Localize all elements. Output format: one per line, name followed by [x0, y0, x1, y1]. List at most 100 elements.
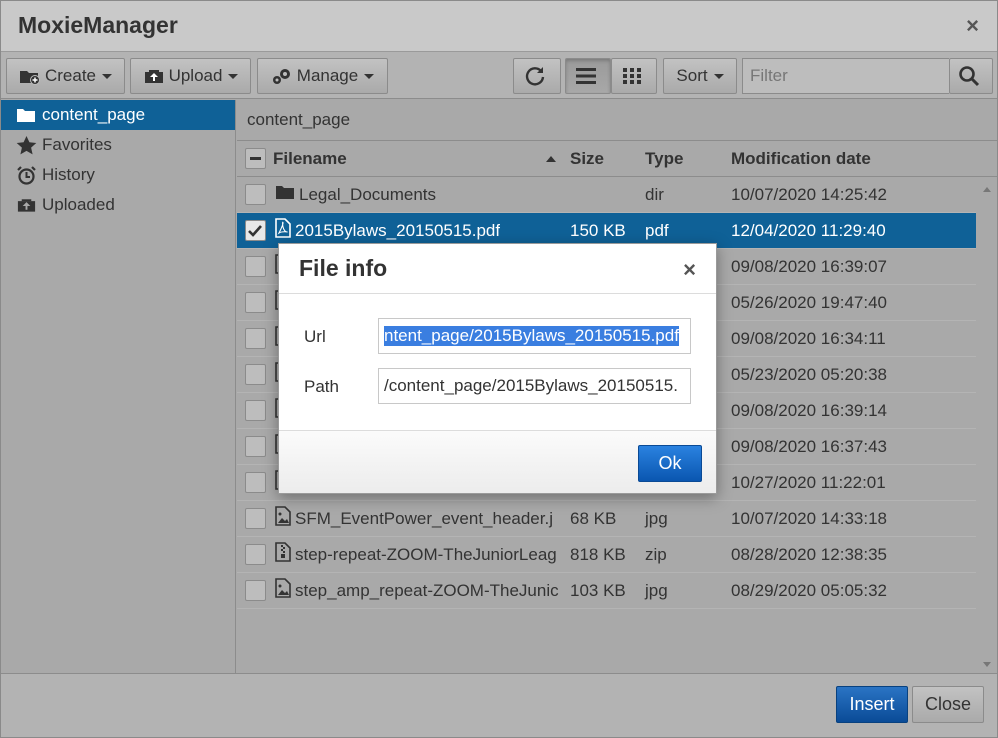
- row-checkbox[interactable]: [244, 544, 266, 565]
- file-date: 10/07/2020 14:25:42: [731, 184, 887, 204]
- dialog-title: File info: [299, 255, 388, 281]
- row-checkbox[interactable]: [244, 292, 266, 313]
- row-checkbox[interactable]: [244, 364, 266, 385]
- refresh-button[interactable]: [513, 58, 561, 94]
- window-close-button[interactable]: ×: [966, 13, 979, 39]
- ok-button[interactable]: Ok: [638, 445, 702, 482]
- chevron-down-icon: [713, 73, 724, 79]
- file-date: 10/27/2020 11:22:01: [731, 472, 886, 492]
- file-type: dir: [645, 184, 664, 204]
- dialog-close-button[interactable]: ×: [683, 257, 696, 283]
- file-date: 05/26/2020 19:47:40: [731, 292, 887, 312]
- minus-icon: [249, 157, 261, 160]
- sort-label: Sort: [676, 66, 708, 85]
- dialog-body: Url ntent_page/2015Bylaws_20150515.pdf P…: [279, 294, 716, 431]
- file-date: 08/28/2020 12:38:35: [731, 544, 887, 564]
- table-row[interactable]: Legal_Documents dir 10/07/2020 14:25:42: [237, 177, 976, 213]
- row-checkbox[interactable]: [244, 328, 266, 349]
- chevron-down-icon: [228, 73, 239, 79]
- folder-icon: [275, 184, 295, 205]
- chevron-down-icon: [364, 73, 375, 79]
- url-field[interactable]: ntent_page/2015Bylaws_20150515.pdf: [378, 318, 691, 354]
- type-column-header[interactable]: Type: [643, 149, 729, 169]
- scroll-up-arrow[interactable]: [983, 187, 991, 192]
- file-date: 09/08/2020 16:39:14: [731, 400, 887, 420]
- file-type: pdf: [645, 220, 669, 240]
- zip-icon: [275, 542, 291, 567]
- file-date: 12/04/2020 11:29:40: [731, 220, 886, 240]
- image-icon: [275, 506, 291, 531]
- path-value: /content_page/2015Bylaws_20150515.: [384, 376, 678, 395]
- sidebar-item-uploaded[interactable]: Uploaded: [1, 190, 235, 220]
- sort-ascending-icon: [546, 155, 556, 162]
- scroll-down-arrow[interactable]: [983, 662, 991, 667]
- sidebar-item-content-page[interactable]: content_page: [1, 100, 235, 130]
- star-icon: [16, 135, 37, 154]
- search-icon: [959, 66, 980, 87]
- insert-button[interactable]: Insert: [836, 686, 908, 723]
- upload-button[interactable]: Upload: [130, 58, 251, 94]
- breadcrumb: content_page: [237, 100, 997, 141]
- window-title: MoxieManager: [18, 12, 178, 38]
- path-field[interactable]: /content_page/2015Bylaws_20150515.: [378, 368, 691, 404]
- file-date: 08/29/2020 05:05:32: [731, 580, 887, 600]
- create-folder-icon: [19, 71, 40, 85]
- search-button[interactable]: [949, 58, 993, 94]
- date-column-header[interactable]: Modification date: [729, 149, 969, 169]
- breadcrumb-item[interactable]: content_page: [247, 110, 350, 130]
- file-date: 09/08/2020 16:37:43: [731, 436, 887, 456]
- title-bar: MoxieManager ×: [1, 1, 997, 51]
- filter-input[interactable]: [742, 58, 949, 94]
- file-date: 09/08/2020 16:39:07: [731, 256, 887, 276]
- row-checkbox[interactable]: [244, 184, 266, 205]
- row-checkbox[interactable]: [244, 580, 266, 601]
- file-date: 10/07/2020 14:33:18: [731, 508, 887, 528]
- alarm-clock-icon: [17, 165, 36, 185]
- file-name: Legal_Documents: [299, 184, 437, 204]
- table-header: Filename Size Type Modification date: [237, 141, 997, 177]
- sidebar-item-history[interactable]: History: [1, 160, 235, 190]
- file-date: 09/08/2020 16:34:11: [731, 328, 886, 348]
- size-column-header[interactable]: Size: [567, 149, 643, 169]
- file-type: zip: [645, 544, 667, 564]
- sidebar-item-favorites[interactable]: Favorites: [1, 130, 235, 160]
- row-checkbox[interactable]: [244, 256, 266, 277]
- checkmark-icon: [248, 224, 262, 237]
- toolbar: Create Upload Manage Sort: [1, 51, 997, 99]
- row-checkbox[interactable]: [244, 436, 266, 457]
- file-size: 150 KB: [570, 220, 626, 240]
- file-name: step_amp_repeat-ZOOM-TheJunic: [295, 580, 559, 600]
- row-checkbox[interactable]: [244, 472, 266, 493]
- row-checkbox[interactable]: [244, 220, 266, 241]
- table-row[interactable]: SFM_EventPower_event_header.j 68 KB jpg 10/…: [237, 501, 976, 537]
- table-row[interactable]: step-repeat-ZOOM-TheJuniorLeag 818 KB zip 0…: [237, 537, 976, 573]
- sidebar-item-label: Uploaded: [42, 195, 115, 214]
- refresh-icon: [525, 67, 545, 86]
- list-icon: [576, 68, 596, 84]
- row-checkbox[interactable]: [244, 508, 266, 529]
- sidebar-item-label: History: [42, 165, 95, 184]
- footer: Insert Close: [1, 673, 997, 737]
- table-row[interactable]: step_amp_repeat-ZOOM-TheJunic 103 KB jpg 08…: [237, 573, 976, 609]
- upload-label: Upload: [168, 66, 223, 85]
- sort-button[interactable]: Sort: [663, 58, 737, 94]
- dialog-footer: Ok: [279, 430, 716, 493]
- url-value: ntent_page/2015Bylaws_20150515.pdf: [384, 326, 679, 346]
- file-size: 103 KB: [570, 580, 626, 600]
- filename-column-header[interactable]: Filename: [273, 149, 567, 169]
- sidebar-item-label: Favorites: [42, 135, 112, 154]
- chevron-down-icon: [102, 73, 113, 79]
- row-checkbox[interactable]: [244, 400, 266, 421]
- folder-open-icon: [17, 109, 35, 122]
- manage-label: Manage: [296, 66, 359, 85]
- select-all-checkbox[interactable]: [244, 148, 266, 169]
- close-button[interactable]: Close: [912, 686, 984, 723]
- path-label: Path: [304, 377, 339, 396]
- create-button[interactable]: Create: [6, 58, 125, 94]
- manage-button[interactable]: Manage: [257, 58, 388, 94]
- url-label: Url: [304, 327, 326, 346]
- list-view-button[interactable]: [565, 58, 611, 94]
- sidebar-item-label: content_page: [42, 105, 146, 124]
- upload-icon: [144, 70, 163, 83]
- grid-view-button[interactable]: [611, 58, 657, 94]
